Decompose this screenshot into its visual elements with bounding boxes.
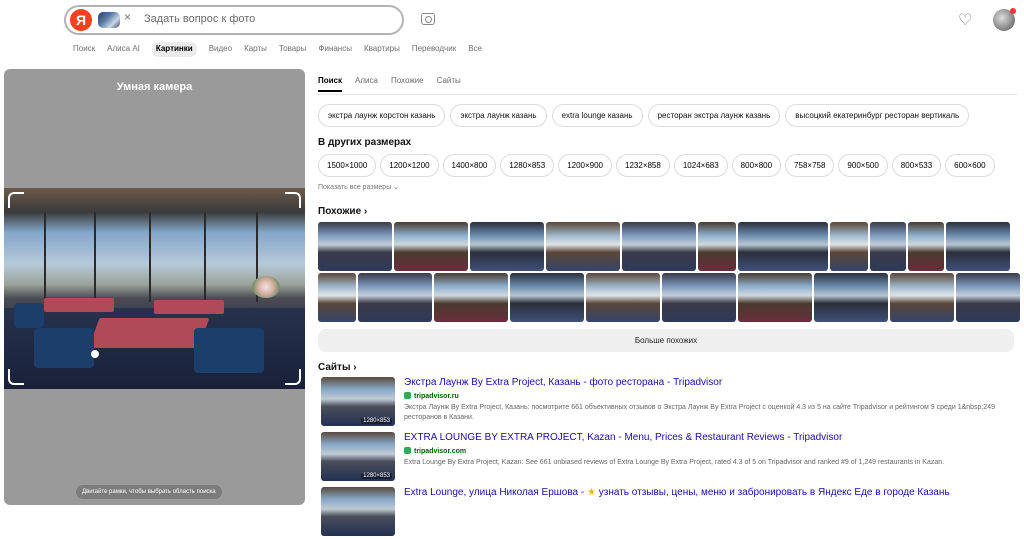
similar-image[interactable]: [830, 222, 868, 271]
similar-image[interactable]: [622, 222, 696, 271]
nav-item-translate[interactable]: Переводчик: [412, 43, 456, 57]
site-thumbnail[interactable]: 1280×853: [321, 432, 395, 481]
size-chip[interactable]: 600×600: [945, 154, 995, 177]
nav-item-video[interactable]: Видео: [209, 43, 232, 57]
size-chip[interactable]: 1280×853: [500, 154, 555, 177]
query-tag[interactable]: ресторан экстра лаунж казань: [647, 104, 781, 127]
similar-image[interactable]: [870, 222, 906, 271]
query-tag[interactable]: экстра лаунж казань: [450, 104, 547, 127]
query-tag[interactable]: высоцкий екатеринбург ресторан вертикаль: [785, 104, 970, 127]
similar-image[interactable]: [908, 222, 944, 271]
site-result[interactable]: 1280×853 EXTRA LOUNGE BY EXTRA PROJECT, …: [321, 432, 1001, 484]
similar-image[interactable]: [662, 273, 736, 322]
object-marker[interactable]: [91, 350, 99, 358]
yandex-logo[interactable]: Я: [70, 9, 92, 31]
star-icon: ★: [587, 487, 596, 498]
site-title-link[interactable]: Экстра Лаунж By Extra Project, Казань - …: [404, 377, 722, 388]
similar-title[interactable]: Похожие ›: [318, 206, 367, 217]
nav-item-realty[interactable]: Квартиры: [364, 43, 400, 57]
size-chip[interactable]: 900×500: [838, 154, 888, 177]
crop-handle-bottom-right[interactable]: [285, 369, 301, 385]
nav-item-goods[interactable]: Товары: [279, 43, 307, 57]
tab-alice[interactable]: Алиса: [355, 76, 378, 92]
similar-image[interactable]: [956, 273, 1020, 322]
crop-handle-top-left[interactable]: [8, 192, 24, 208]
site-domain[interactable]: tripadvisor.ru: [404, 392, 459, 400]
size-chip[interactable]: 758×758: [785, 154, 835, 177]
similar-image[interactable]: [738, 222, 828, 271]
tab-search[interactable]: Поиск: [318, 76, 343, 92]
result-tabs: Поиск Алиса Похожие Сайты: [318, 76, 474, 92]
size-list: 1500×1000 1200×1200 1400×800 1280×853 12…: [318, 154, 995, 177]
nav-item-finance[interactable]: Финансы: [318, 43, 352, 57]
size-chip[interactable]: 1024×683: [673, 154, 728, 177]
site-domain[interactable]: tripadvisor.com: [404, 447, 466, 455]
similar-image[interactable]: [434, 273, 508, 322]
size-chip[interactable]: 1200×1200: [380, 154, 439, 177]
query-tags: экстра лаунж корстон казань экстра лаунж…: [318, 104, 970, 127]
nav-item-search[interactable]: Поиск: [73, 43, 95, 57]
similar-image[interactable]: [318, 273, 356, 322]
similar-image[interactable]: [738, 273, 812, 322]
site-title-text: узнать отзывы, цены, меню и забронироват…: [595, 487, 950, 498]
search-bar[interactable]: Я × Задать вопрос к фото: [64, 5, 404, 35]
size-chip[interactable]: 1232×858: [616, 154, 670, 177]
site-title-link[interactable]: EXTRA LOUNGE BY EXTRA PROJECT, Kazan - M…: [404, 432, 842, 443]
site-result[interactable]: Extra Lounge, улица Николая Ершова - ★ у…: [321, 487, 1001, 539]
query-tag[interactable]: экстра лаунж корстон казань: [318, 104, 446, 127]
smart-camera-title: Умная камера: [116, 81, 193, 93]
site-snippet: Extra Lounge By Extra Project, Kazan: Se…: [404, 459, 945, 466]
size-chip[interactable]: 1500×1000: [318, 154, 377, 177]
nav-item-maps[interactable]: Карты: [244, 43, 267, 57]
service-nav: Поиск Алиса AI Картинки Видео Карты Това…: [73, 42, 494, 57]
similar-image[interactable]: [698, 222, 736, 271]
nav-item-alice[interactable]: Алиса AI: [107, 43, 140, 57]
flowers: [252, 276, 280, 298]
tab-sites[interactable]: Сайты: [437, 76, 461, 92]
query-photo[interactable]: [4, 188, 305, 389]
similar-image[interactable]: [394, 222, 468, 271]
tab-similar[interactable]: Похожие: [391, 76, 424, 92]
crop-hint: Двигайте рамки, чтобы выбрать область по…: [76, 485, 222, 499]
similar-image[interactable]: [586, 273, 660, 322]
site-title-text: Extra Lounge, улица Николая Ершова -: [404, 487, 588, 498]
show-all-sizes-link[interactable]: Показать все размеры ⌄: [318, 183, 399, 191]
similar-image[interactable]: [946, 222, 1010, 271]
nav-item-all[interactable]: Все: [468, 43, 482, 57]
thumbnail-dimensions: 1280×853: [361, 418, 392, 424]
camera-icon[interactable]: [421, 13, 435, 25]
nav-item-images[interactable]: Картинки: [151, 42, 197, 57]
more-similar-button[interactable]: Больше похожих: [318, 329, 1014, 352]
sites-title[interactable]: Сайты ›: [318, 362, 357, 373]
similar-image[interactable]: [890, 273, 954, 322]
close-icon[interactable]: ×: [124, 10, 131, 24]
similar-image[interactable]: [510, 273, 584, 322]
crop-handle-bottom-left[interactable]: [8, 369, 24, 385]
size-chip[interactable]: 800×800: [731, 154, 782, 177]
crop-handle-top-right[interactable]: [285, 192, 301, 208]
tabs-divider: [318, 94, 1018, 95]
smart-camera-panel: Умная камера Двигайте рамки, чтобы выбра…: [4, 69, 305, 505]
search-input[interactable]: Задать вопрос к фото: [144, 13, 255, 25]
site-title-link[interactable]: Extra Lounge, улица Николая Ершова - ★ у…: [404, 487, 950, 498]
size-chip[interactable]: 1400×800: [442, 154, 497, 177]
heart-icon[interactable]: ♡: [958, 10, 972, 30]
site-result[interactable]: 1280×853 Экстра Лаунж By Extra Project, …: [321, 377, 1001, 429]
notification-dot: [1010, 8, 1016, 14]
other-sizes-title: В других размерах: [318, 137, 412, 148]
similar-image[interactable]: [358, 273, 432, 322]
similar-image[interactable]: [318, 222, 392, 271]
site-thumbnail[interactable]: 1280×853: [321, 377, 395, 426]
thumbnail-dimensions: 1280×853: [361, 473, 392, 479]
site-thumbnail[interactable]: [321, 487, 395, 536]
site-snippet: Экстра Лаунж By Extra Project, Казань: п…: [404, 404, 996, 421]
similar-image[interactable]: [814, 273, 888, 322]
header: Я × Задать вопрос к фото ♡ Поиск Алиса A…: [0, 0, 1024, 68]
similar-image[interactable]: [470, 222, 544, 271]
query-tag[interactable]: extra lounge казань: [551, 104, 643, 127]
uploaded-image-chip[interactable]: [98, 12, 120, 28]
similar-image[interactable]: [546, 222, 620, 271]
size-chip[interactable]: 800×533: [891, 154, 942, 177]
size-chip[interactable]: 1200×900: [558, 154, 613, 177]
